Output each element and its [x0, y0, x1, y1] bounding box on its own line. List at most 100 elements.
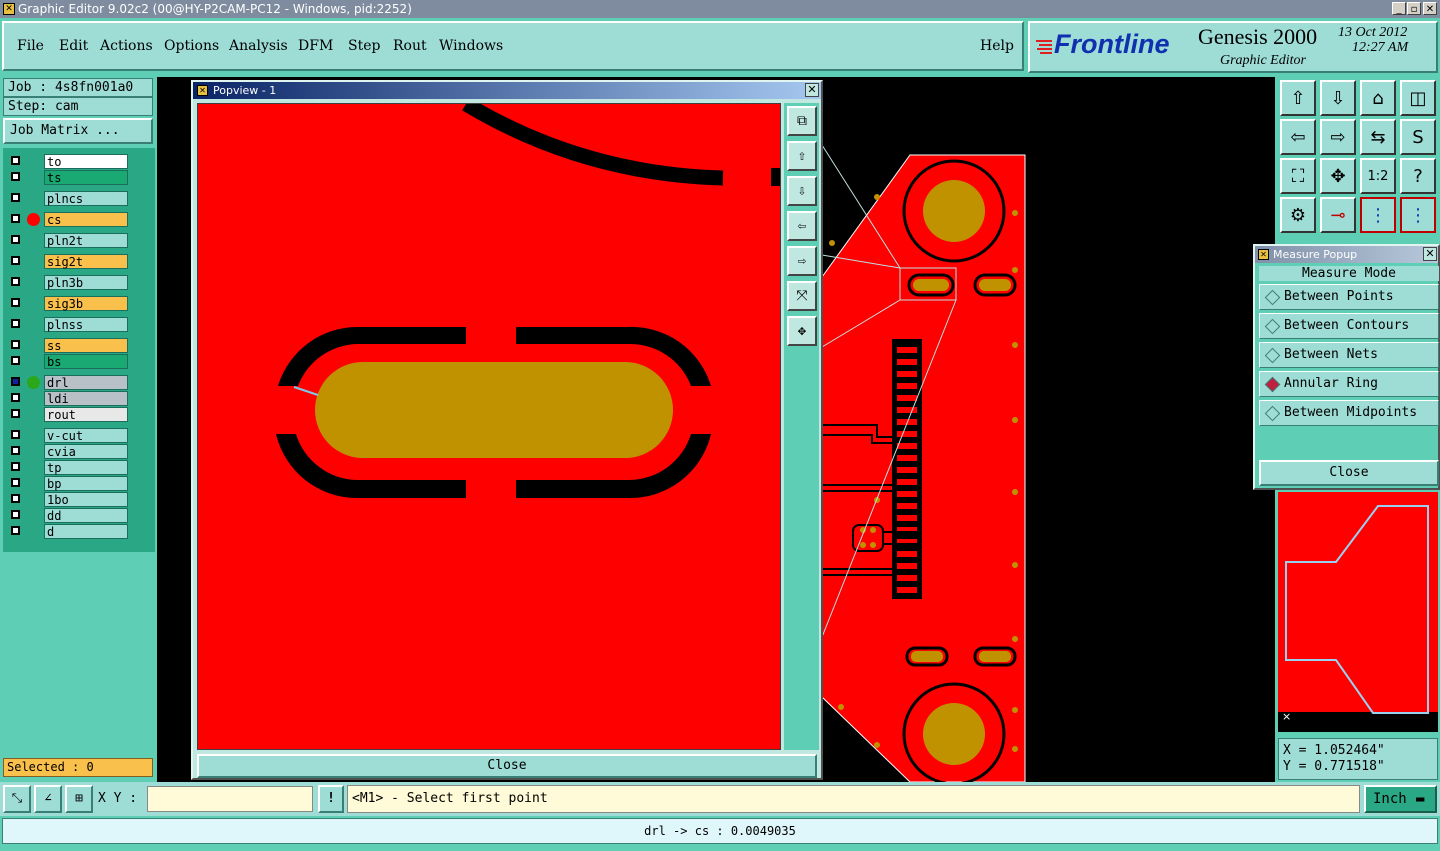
layer-name[interactable]: plncs	[44, 191, 128, 206]
menu-edit[interactable]: Edit	[59, 38, 88, 54]
measure-option-between-points[interactable]: Between Points	[1259, 284, 1439, 310]
layer-row-plncs[interactable]: plncs	[8, 191, 128, 206]
layer-row-pln3b[interactable]: pln3b	[8, 275, 128, 290]
pan-right-icon[interactable]: ⇨	[787, 246, 817, 276]
layer-name[interactable]: drl	[44, 375, 128, 390]
layer-checkbox[interactable]	[11, 446, 20, 455]
pan-down-icon[interactable]: ⇩	[1320, 80, 1356, 116]
layer-checkbox[interactable]	[11, 256, 20, 265]
grid-icon[interactable]: ⊞	[65, 785, 93, 813]
layer-name[interactable]: plnss	[44, 317, 128, 332]
layer-row-to[interactable]: to	[8, 154, 128, 169]
settings-icon[interactable]: ⚙	[1280, 197, 1316, 233]
menu-actions[interactable]: Actions	[100, 38, 153, 54]
layer-checkbox[interactable]	[11, 156, 20, 165]
units-select[interactable]: Inch ▬	[1364, 785, 1437, 813]
layer-checkbox[interactable]	[11, 235, 20, 244]
popview-canvas[interactable]	[197, 103, 781, 750]
layer-row-sig2t[interactable]: sig2t	[8, 254, 128, 269]
layer-name[interactable]: v-cut	[44, 428, 128, 443]
layer-checkbox[interactable]	[11, 377, 20, 386]
home-icon[interactable]: ⌂	[1360, 80, 1396, 116]
menu-windows[interactable]: Windows	[439, 38, 503, 54]
layer-name[interactable]: sig2t	[44, 254, 128, 269]
layer-checkbox[interactable]	[11, 462, 20, 471]
layer-checkbox[interactable]	[11, 409, 20, 418]
layer-name[interactable]: ts	[44, 170, 128, 185]
layer-checkbox[interactable]	[11, 478, 20, 487]
popview-titlebar[interactable]: ✕ Popview - 1 ✕	[193, 82, 821, 99]
zoom-center-icon[interactable]: ✥	[1320, 158, 1356, 194]
layer-row-ss[interactable]: ss	[8, 338, 128, 353]
snap-icon[interactable]: ⤡	[3, 785, 31, 813]
close-icon[interactable]: ✕	[805, 83, 819, 97]
layer-row-v-cut[interactable]: v-cut	[8, 428, 128, 443]
zoom-home-icon[interactable]: ⤧	[787, 281, 817, 311]
close-icon[interactable]: ✕	[1423, 247, 1437, 261]
layer-checkbox[interactable]	[11, 510, 20, 519]
zoom-fit-icon[interactable]: ⛶	[1280, 158, 1316, 194]
layer-name[interactable]: to	[44, 154, 128, 169]
pan-down-icon[interactable]: ⇩	[787, 176, 817, 206]
layer-checkbox[interactable]	[11, 494, 20, 503]
menu-rout[interactable]: Rout	[393, 38, 427, 54]
net-icon[interactable]: ⋮	[1360, 197, 1396, 233]
layer-name[interactable]: 1bo	[44, 492, 128, 507]
layer-name[interactable]: pln3b	[44, 275, 128, 290]
job-matrix-button[interactable]: Job Matrix ...	[3, 118, 153, 144]
layer-name[interactable]: d	[44, 524, 128, 539]
measure-close-button[interactable]: Close	[1259, 460, 1439, 486]
measure-icon[interactable]: ⊸	[1320, 197, 1356, 233]
layer-checkbox[interactable]	[11, 319, 20, 328]
layer-name[interactable]: bp	[44, 476, 128, 491]
layer-row-dd[interactable]: dd	[8, 508, 128, 523]
layer-checkbox[interactable]	[11, 277, 20, 286]
layer-checkbox[interactable]	[11, 214, 20, 223]
zoom-one-to-two-icon[interactable]: 1:2	[1360, 158, 1396, 194]
layer-checkbox[interactable]	[11, 298, 20, 307]
layer-checkbox[interactable]	[11, 356, 20, 365]
layer-name[interactable]: cvia	[44, 444, 128, 459]
layer-name[interactable]: dd	[44, 508, 128, 523]
pan-right-icon[interactable]: ⇨	[1320, 119, 1356, 155]
layer-row-plnss[interactable]: plnss	[8, 317, 128, 332]
layer-checkbox[interactable]	[11, 393, 20, 402]
layer-checkbox[interactable]	[11, 526, 20, 535]
layer-row-tp[interactable]: tp	[8, 460, 128, 475]
layer-row-ts[interactable]: ts	[8, 170, 128, 185]
layer-row-1bo[interactable]: 1bo	[8, 492, 128, 507]
layer-name[interactable]: bs	[44, 354, 128, 369]
measure-option-between-nets[interactable]: Between Nets	[1259, 342, 1439, 368]
popview-close-button[interactable]: Close	[197, 754, 817, 778]
measure-popup[interactable]: ✕ Measure Popup ✕ Measure Mode Between P…	[1253, 244, 1440, 490]
zoom-fit-icon[interactable]: ✥	[787, 316, 817, 346]
layer-row-bs[interactable]: bs	[8, 354, 128, 369]
layer-row-cvia[interactable]: cvia	[8, 444, 128, 459]
layer-row-d[interactable]: d	[8, 524, 128, 539]
popview-window[interactable]: ✕ Popview - 1 ✕ Close ⧉ ⇧ ⇩ ⇦ ⇨ ⤧ ✥	[191, 80, 823, 780]
redraw-icon[interactable]: S	[1400, 119, 1436, 155]
pan-left-icon[interactable]: ⇦	[1280, 119, 1316, 155]
layer-name[interactable]: ss	[44, 338, 128, 353]
layer-row-drl[interactable]: drl	[8, 375, 128, 390]
menu-dfm[interactable]: DFM	[298, 38, 333, 54]
net-select-icon[interactable]: ⋮	[1400, 197, 1436, 233]
layer-name[interactable]: cs	[44, 212, 128, 227]
window-titlebar[interactable]: ✕ Graphic Editor 9.02c2 (00@HY-P2CAM-PC1…	[0, 0, 1440, 18]
layer-name[interactable]: tp	[44, 460, 128, 475]
xy-input[interactable]	[147, 786, 313, 812]
layer-checkbox[interactable]	[11, 193, 20, 202]
layer-name[interactable]: rout	[44, 407, 128, 422]
angle-icon[interactable]: ∠	[34, 785, 62, 813]
exclamation-button[interactable]: !	[318, 785, 344, 813]
zoom-area-icon[interactable]: ◫	[1400, 80, 1436, 116]
layer-row-sig3b[interactable]: sig3b	[8, 296, 128, 311]
zoom-window-icon[interactable]: ⧉	[787, 106, 817, 136]
layer-row-rout[interactable]: rout	[8, 407, 128, 422]
layer-row-ldi[interactable]: ldi	[8, 391, 128, 406]
pan-up-icon[interactable]: ⇧	[787, 141, 817, 171]
layer-row-bp[interactable]: bp	[8, 476, 128, 491]
layer-row-cs[interactable]: cs	[8, 212, 128, 227]
minimize-icon[interactable]: _	[1392, 2, 1406, 15]
layer-name[interactable]: pln2t	[44, 233, 128, 248]
